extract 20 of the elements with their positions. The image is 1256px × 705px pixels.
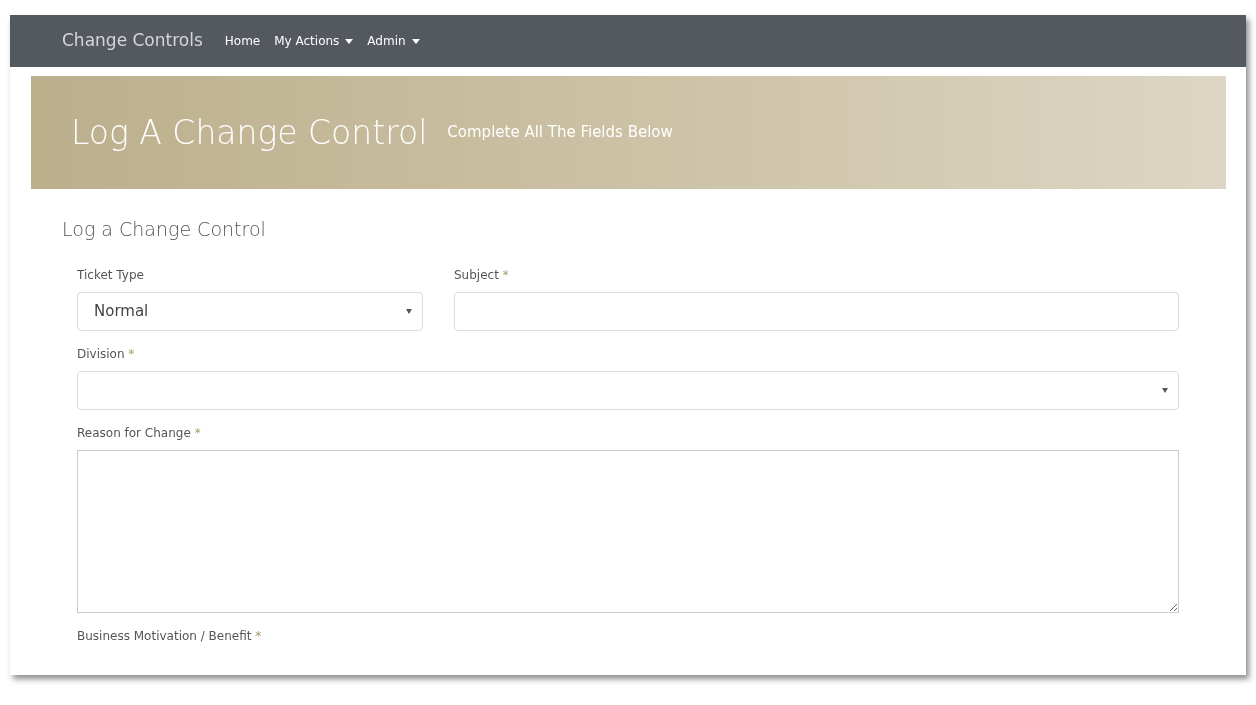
banner-title: Log A Change Control — [71, 111, 428, 154]
select-field[interactable]: Normal — [77, 291, 423, 331]
field-label: Ticket Type — [77, 266, 145, 284]
caret-icon — [411, 39, 420, 44]
field-label: Division * — [77, 345, 136, 363]
nav-link[interactable]: My Actions — [274, 32, 354, 50]
app-brand[interactable]: Change Controls — [62, 28, 203, 54]
text-area[interactable] — [77, 449, 1179, 613]
caret-icon — [345, 39, 354, 44]
nav-link[interactable]: Home — [224, 32, 261, 50]
select-field[interactable] — [77, 370, 1179, 410]
field-label: Reason for Change * — [77, 424, 202, 442]
caret-icon — [1162, 387, 1168, 393]
nav-link[interactable]: Admin — [367, 32, 420, 50]
field-label: Subject * — [454, 266, 510, 284]
field-label: Business Motivation / Benefit * — [77, 627, 263, 645]
banner-subtitle: Complete All The Fields Below — [447, 122, 673, 144]
form-title: Log a Change Control — [62, 217, 267, 242]
text-field[interactable] — [454, 291, 1179, 331]
caret-icon — [406, 308, 412, 314]
